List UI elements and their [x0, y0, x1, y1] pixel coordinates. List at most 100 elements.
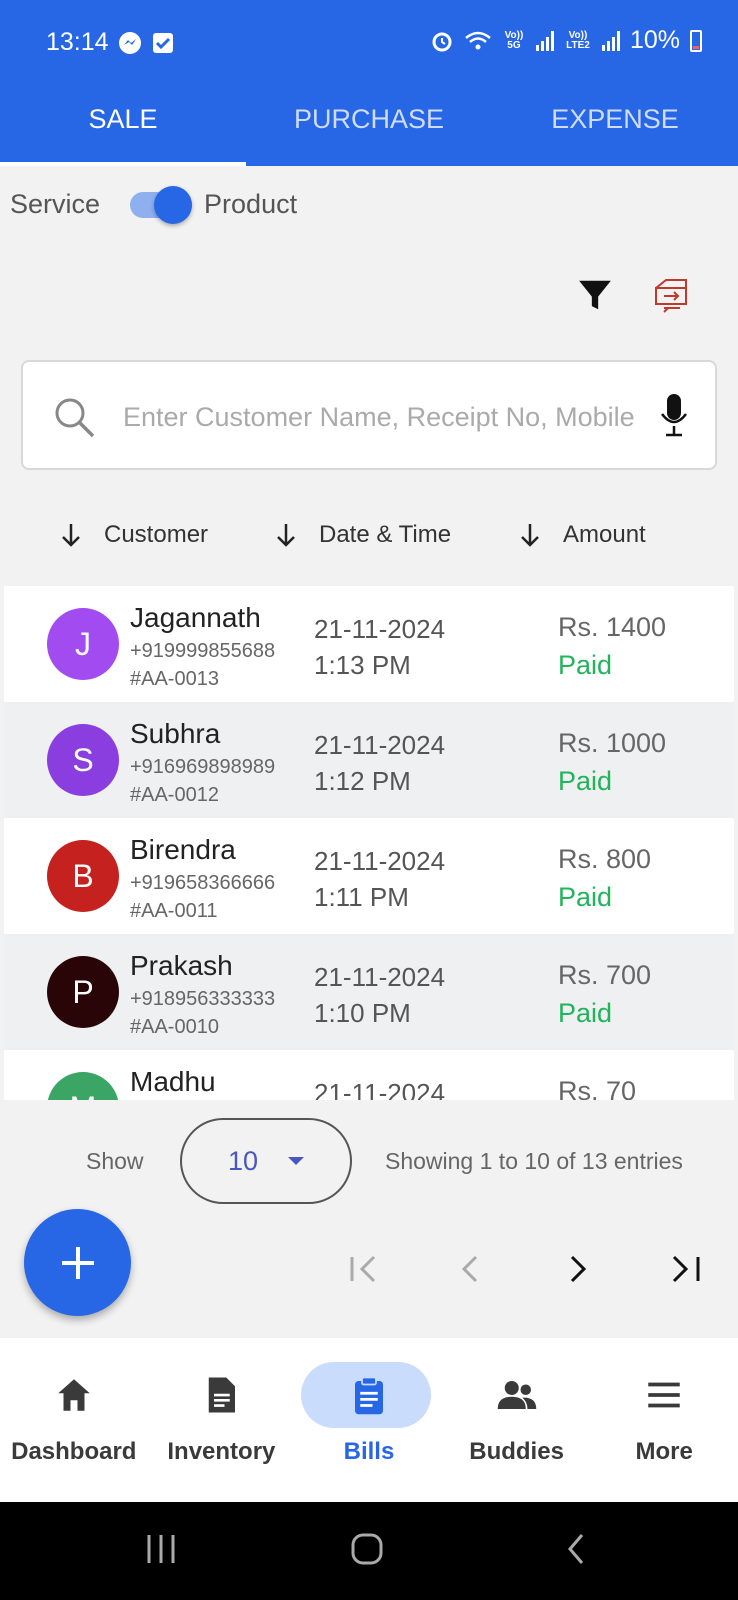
customer-name: Prakash [130, 950, 233, 981]
sort-amount-label: Amount [563, 521, 646, 548]
bill-time: 1:10 PM [314, 998, 411, 1028]
page-size-value: 10 [227, 1145, 259, 1176]
entries-info: Showing 1 to 10 of 13 entries [385, 1148, 683, 1174]
customer-phone: +918956333333 [130, 988, 276, 1010]
service-product-switch[interactable] [128, 186, 196, 224]
arrow-down-icon [62, 524, 80, 547]
avatar: M [47, 1072, 119, 1100]
customer-phone: +916969898989 [130, 756, 276, 778]
avatar: S [47, 724, 119, 796]
status-time: 13:14 [46, 28, 109, 56]
menu-icon [648, 1382, 680, 1408]
back-icon[interactable] [560, 1532, 594, 1566]
bill-amount: Rs. 800 [558, 844, 652, 874]
status-badge: Paid [558, 650, 613, 680]
nav-dashboard[interactable]: Dashboard [0, 1338, 148, 1502]
avatar: J [47, 608, 119, 680]
recent-apps-icon[interactable] [144, 1532, 178, 1566]
status-bar: 13:14 Vo)) 5G Vo)) LTE2 10% [0, 0, 738, 86]
battery-icon [690, 29, 702, 52]
bill-amount: Rs. 700 [558, 960, 652, 990]
sort-amount[interactable]: Amount [519, 521, 646, 549]
tab-expense[interactable]: EXPENSE [492, 86, 738, 166]
search-input[interactable] [123, 392, 663, 442]
previous-page-icon[interactable] [452, 1251, 488, 1287]
nav-more[interactable]: More [590, 1338, 738, 1502]
last-page-icon[interactable] [668, 1251, 704, 1287]
nav-label: Buddies [469, 1438, 564, 1465]
tab-sale[interactable]: SALE [0, 86, 246, 166]
bottom-navigation: Dashboard Inventory Bills Buddies More [0, 1338, 738, 1502]
sort-header: Customer Date & Time Amount [0, 515, 738, 559]
show-label: Show [86, 1148, 144, 1174]
signal-icon [601, 30, 620, 51]
clipboard-icon [354, 1376, 383, 1415]
service-product-toggle-row: Service Product [10, 186, 298, 224]
plus-icon [61, 1246, 94, 1279]
nav-buddies[interactable]: Buddies [443, 1338, 591, 1502]
wifi-icon [465, 31, 491, 49]
table-row[interactable]: S Subhra +916969898989 #AA-0012 21-11-20… [4, 702, 734, 818]
bill-time: 1:11 PM [314, 882, 409, 912]
bill-amount: Rs. 70 [558, 1076, 637, 1100]
nav-label: Dashboard [11, 1438, 137, 1465]
avatar: P [47, 956, 119, 1028]
status-badge: Paid [558, 766, 613, 796]
network2-label: Vo)) LTE2 [566, 29, 590, 51]
table-row[interactable]: B Birendra +919658366666 #AA-0011 21-11-… [4, 818, 734, 934]
avatar: B [47, 840, 119, 912]
receipt-number: #AA-0011 [130, 900, 218, 922]
messenger-icon [119, 32, 141, 54]
receipt-number: #AA-0012 [130, 784, 219, 806]
people-icon [497, 1381, 536, 1409]
add-bill-button[interactable] [24, 1209, 131, 1316]
filter-icon[interactable] [576, 276, 614, 314]
sort-datetime-label: Date & Time [319, 521, 452, 548]
bill-amount: Rs. 1000 [558, 728, 667, 758]
bill-date: 21-11-2024 [314, 846, 446, 876]
customer-phone: +919999855688 [130, 640, 276, 662]
nav-inventory[interactable]: Inventory [148, 1338, 296, 1502]
table-row[interactable]: M Madhu 21-11-2024 Rs. 70 [4, 1050, 734, 1100]
receipt-number: #AA-0013 [130, 668, 219, 690]
nav-label: Inventory [167, 1438, 276, 1465]
first-page-icon[interactable] [346, 1251, 382, 1287]
page-size-select[interactable]: 10 [180, 1118, 352, 1204]
nav-bills[interactable]: Bills [295, 1338, 443, 1502]
receipt-number: #AA-0010 [130, 1016, 219, 1038]
sort-customer[interactable]: Customer [60, 521, 208, 549]
alarm-icon [432, 32, 452, 51]
nav-label: More [635, 1438, 693, 1465]
export-icon[interactable] [652, 276, 692, 316]
toggle-left-label: Service [10, 188, 101, 219]
arrow-down-icon [521, 524, 539, 547]
sort-datetime[interactable]: Date & Time [275, 521, 451, 549]
customer-name: Jagannath [130, 602, 261, 633]
microphone-icon[interactable] [659, 392, 689, 438]
system-navigation-bar [0, 1502, 738, 1600]
home-icon [58, 1379, 90, 1411]
tab-bar: SALE PURCHASE EXPENSE [0, 86, 738, 166]
search-box [21, 360, 717, 470]
bills-list: J Jagannath +919999855688 #AA-0013 21-11… [4, 586, 734, 1100]
customer-name: Birendra [130, 834, 236, 865]
table-row[interactable]: J Jagannath +919999855688 #AA-0013 21-11… [4, 586, 734, 702]
table-row[interactable]: P Prakash +918956333333 #AA-0010 21-11-2… [4, 934, 734, 1050]
home-button-icon[interactable] [350, 1532, 384, 1566]
bill-time: 1:12 PM [314, 766, 411, 796]
sort-customer-label: Customer [104, 521, 209, 548]
status-right: Vo)) 5G Vo)) LTE2 10% [430, 26, 702, 55]
bill-time: 1:13 PM [314, 650, 411, 680]
bill-date: 21-11-2024 [314, 1078, 446, 1100]
status-badge: Paid [558, 882, 613, 912]
bill-date: 21-11-2024 [314, 962, 446, 992]
bill-amount: Rs. 1400 [558, 612, 667, 642]
signal-icon [535, 30, 554, 51]
customer-name: Madhu [130, 1066, 216, 1097]
nav-label: Bills [343, 1438, 395, 1465]
toggle-right-label: Product [204, 188, 298, 219]
next-page-icon[interactable] [560, 1251, 596, 1287]
tab-purchase[interactable]: PURCHASE [246, 86, 492, 166]
document-icon [209, 1377, 236, 1413]
status-badge: Paid [558, 998, 613, 1028]
